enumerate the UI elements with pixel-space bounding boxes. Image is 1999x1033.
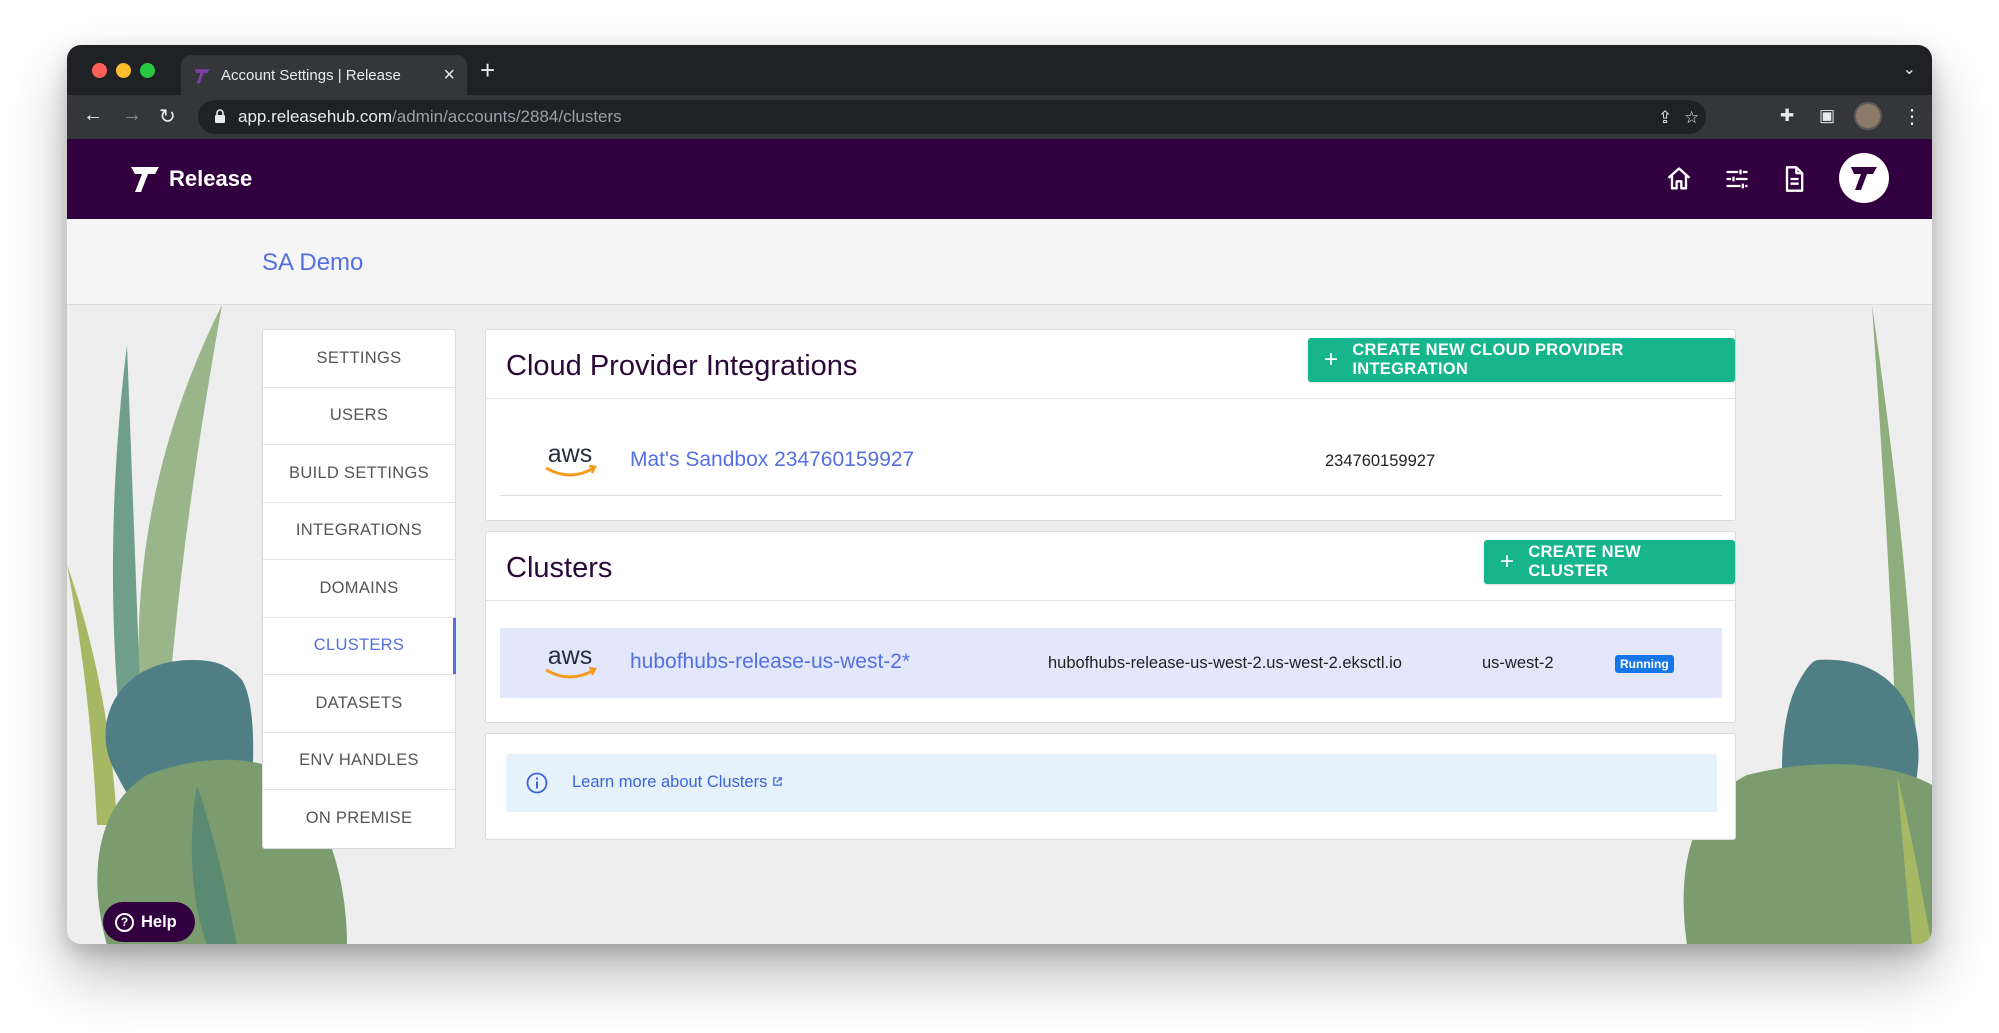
- tab-close-icon[interactable]: ×: [443, 64, 455, 87]
- sidebar-item-clusters[interactable]: CLUSTERS: [263, 617, 456, 675]
- release-favicon-icon: [194, 69, 210, 84]
- release-logo-icon: [131, 167, 159, 192]
- back-arrow-icon[interactable]: ←: [83, 104, 103, 127]
- forward-arrow-icon[interactable]: →: [122, 104, 142, 127]
- page-content: SA Demo SETTINGS USERS BUILD SETTINGS IN…: [67, 219, 1932, 944]
- cloud-provider-account-id: 234760159927: [1325, 452, 1436, 470]
- document-icon[interactable]: [1780, 165, 1808, 193]
- clusters-title: Clusters: [506, 552, 613, 584]
- sidebar-item-on-premise[interactable]: ON PREMISE: [263, 790, 455, 848]
- aws-wordmark: aws: [548, 642, 592, 670]
- learn-more-label: Learn more about Clusters: [572, 773, 768, 791]
- tab-title: Account Settings | Release: [221, 67, 401, 84]
- settings-sidebar: SETTINGS USERS BUILD SETTINGS INTEGRATIO…: [262, 329, 456, 849]
- account-name[interactable]: SA Demo: [262, 249, 363, 277]
- learn-more-clusters-link[interactable]: Learn more about Clusters: [572, 773, 783, 792]
- help-label: Help: [141, 912, 177, 931]
- lock-icon: [215, 109, 225, 123]
- sidebar-item-settings[interactable]: SETTINGS: [263, 330, 455, 388]
- create-cloud-provider-button[interactable]: + CREATE NEW CLOUD PROVIDER INTEGRATION: [1308, 338, 1735, 382]
- plus-icon: +: [1500, 548, 1515, 575]
- card-divider: [486, 398, 1735, 399]
- side-panel-icon[interactable]: ▣: [1819, 106, 1835, 126]
- info-banner: Learn more about Clusters: [506, 754, 1717, 812]
- browser-tab[interactable]: Account Settings | Release ×: [181, 55, 467, 95]
- bookmark-star-icon[interactable]: ☆: [1684, 108, 1699, 128]
- url-path: /admin/accounts/2884/clusters: [392, 107, 622, 126]
- cluster-endpoint: hubofhubs-release-us-west-2.us-west-2.ek…: [1048, 654, 1402, 672]
- cluster-row[interactable]: aws hubofhubs-release-us-west-2* hubofhu…: [500, 628, 1722, 698]
- create-cluster-button[interactable]: + CREATE NEW CLUSTER: [1484, 540, 1735, 584]
- sidebar-item-datasets[interactable]: DATASETS: [263, 675, 455, 733]
- app-header: Release: [67, 139, 1932, 219]
- account-header: SA Demo: [67, 219, 1932, 305]
- create-cloud-provider-label: CREATE NEW CLOUD PROVIDER INTEGRATION: [1352, 341, 1624, 378]
- cluster-name-link[interactable]: hubofhubs-release-us-west-2*: [630, 650, 910, 674]
- sidebar-item-integrations[interactable]: INTEGRATIONS: [263, 503, 455, 560]
- home-icon[interactable]: [1665, 165, 1693, 193]
- sidebar-item-build-settings[interactable]: BUILD SETTINGS: [263, 445, 455, 503]
- profile-avatar[interactable]: [1854, 102, 1882, 130]
- browser-menu-icon[interactable]: ⋮: [1902, 104, 1922, 129]
- release-avatar-icon: [1851, 167, 1877, 190]
- browser-toolbar: ← → ↻ app.releasehub.com/admin/accounts/…: [67, 95, 1932, 139]
- sidebar-item-users[interactable]: USERS: [263, 388, 455, 445]
- cloud-provider-title: Cloud Provider Integrations: [506, 350, 858, 382]
- plus-icon: +: [1324, 346, 1339, 373]
- user-avatar[interactable]: [1839, 153, 1889, 203]
- close-window-button[interactable]: [92, 63, 107, 78]
- extensions-puzzle-icon[interactable]: ✚: [1780, 106, 1794, 126]
- sliders-icon[interactable]: [1723, 165, 1751, 193]
- info-card: Learn more about Clusters: [485, 733, 1736, 840]
- address-bar[interactable]: app.releasehub.com/admin/accounts/2884/c…: [198, 100, 1706, 134]
- brand-name: Release: [169, 166, 253, 191]
- aws-logo-icon: aws: [545, 440, 597, 477]
- browser-window: Account Settings | Release × + ⌄ ← → ↻ a…: [67, 45, 1932, 944]
- status-badge: Running: [1615, 655, 1674, 673]
- reload-icon[interactable]: ↻: [159, 104, 176, 129]
- clusters-card: Clusters + CREATE NEW CLUSTER aws hubofh…: [485, 531, 1736, 723]
- url-host: app.releasehub.com: [238, 107, 393, 126]
- share-icon[interactable]: ⇪: [1658, 108, 1672, 128]
- cloud-provider-row[interactable]: aws Mat's Sandbox 234760159927 234760159…: [500, 426, 1722, 496]
- card-divider: [486, 600, 1735, 601]
- aws-wordmark: aws: [548, 440, 592, 468]
- url-text: app.releasehub.com/admin/accounts/2884/c…: [238, 107, 622, 127]
- sidebar-item-env-handles[interactable]: ENV HANDLES: [263, 733, 455, 790]
- cluster-region: us-west-2: [1482, 654, 1554, 672]
- sidebar-item-domains[interactable]: DOMAINS: [263, 560, 455, 618]
- help-question-icon: ?: [115, 912, 134, 932]
- external-link-icon: [773, 777, 782, 786]
- maximize-window-button[interactable]: [140, 63, 155, 78]
- create-cluster-label: CREATE NEW CLUSTER: [1528, 543, 1642, 580]
- help-button[interactable]: ? Help: [103, 902, 195, 942]
- brand-logo[interactable]: Release: [129, 163, 252, 195]
- info-circle-icon: [526, 772, 548, 794]
- cloud-provider-integrations-card: Cloud Provider Integrations + CREATE NEW…: [485, 329, 1736, 521]
- new-tab-button[interactable]: +: [480, 55, 495, 86]
- minimize-window-button[interactable]: [116, 63, 131, 78]
- tab-strip: Account Settings | Release × + ⌄: [67, 45, 1932, 95]
- aws-logo-icon: aws: [545, 642, 597, 679]
- tab-search-chevron-icon[interactable]: ⌄: [1903, 59, 1916, 79]
- cloud-provider-name-link[interactable]: Mat's Sandbox 234760159927: [630, 448, 914, 472]
